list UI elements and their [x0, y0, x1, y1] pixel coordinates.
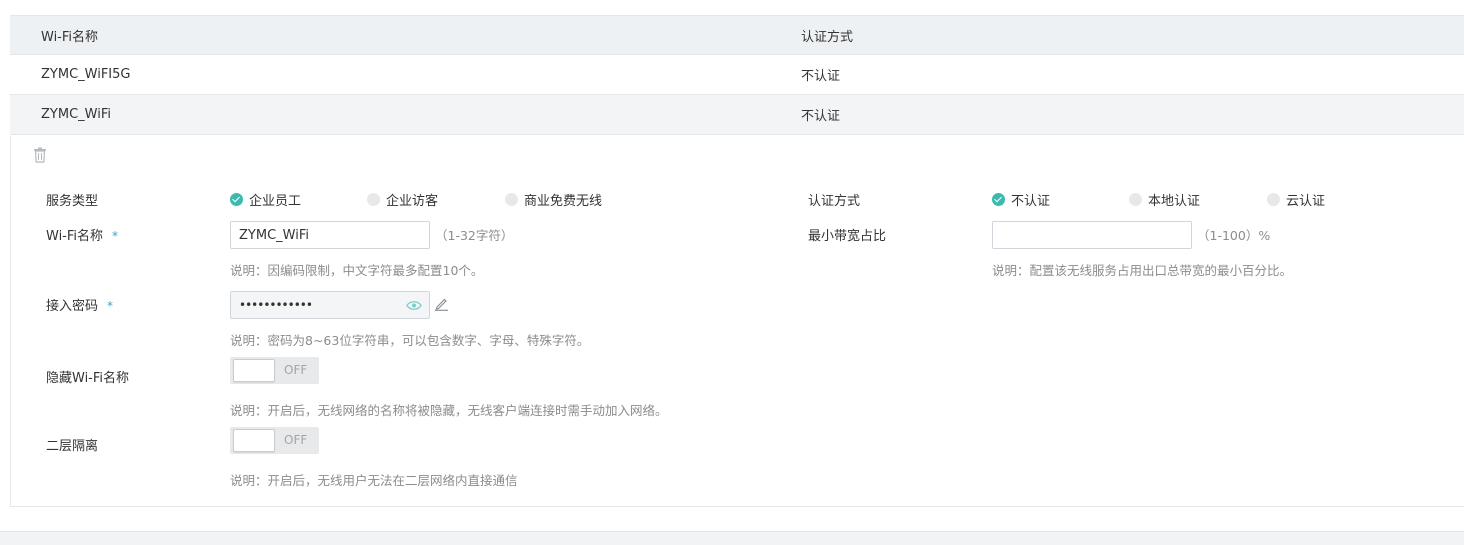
- row-wifi-name: ZYMC_WiFI5G: [41, 67, 131, 82]
- edit-icon[interactable]: [434, 296, 449, 311]
- row-wifi-name: ZYMC_WiFi: [41, 107, 111, 122]
- min-bandwidth-range: （1-100）%: [1197, 228, 1271, 243]
- auth-method-label: 认证方式: [808, 194, 861, 209]
- row-auth-method: 不认证: [801, 69, 841, 84]
- row-auth-method: 不认证: [801, 109, 841, 124]
- radio-unchecked-icon: [1267, 193, 1280, 206]
- hide-ssid-label: 隐藏Wi-Fi名称: [46, 371, 130, 386]
- header-auth-method: 认证方式: [801, 29, 854, 45]
- radio-label: 本地认证: [1148, 194, 1201, 209]
- radio-checked-icon: [230, 193, 243, 206]
- min-bandwidth-hint: 说明：配置该无线服务占用出口总带宽的最小百分比。: [992, 263, 1293, 278]
- toggle-knob: [233, 359, 275, 382]
- service-type-label: 服务类型: [46, 194, 99, 209]
- toggle-state: OFF: [284, 433, 308, 447]
- eye-icon[interactable]: [406, 300, 422, 311]
- isolation-hint: 说明：开启后，无线用户无法在二层网络内直接通信: [230, 473, 518, 488]
- footer-bar: [0, 531, 1464, 545]
- radio-label: 企业访客: [386, 194, 439, 209]
- wifi-detail-panel: 服务类型 企业员工 企业访客 商业免费无线 认证方式 不认证 本地认证 云认证 …: [10, 136, 1464, 507]
- radio-visitor[interactable]: 企业访客: [367, 190, 438, 209]
- radio-label: 商业免费无线: [524, 194, 603, 209]
- ssid-input[interactable]: ZYMC_WiFi: [230, 221, 430, 249]
- password-label: 接入密码 *: [46, 295, 113, 314]
- radio-checked-icon: [992, 193, 1005, 206]
- radio-label: 不认证: [1011, 194, 1051, 209]
- trash-icon[interactable]: [33, 147, 47, 163]
- radio-label: 云认证: [1286, 194, 1326, 209]
- table-row[interactable]: ZYMC_WiFI5G 不认证: [10, 55, 1464, 95]
- min-bandwidth-input[interactable]: [992, 221, 1192, 249]
- isolation-toggle[interactable]: OFF: [230, 427, 319, 454]
- radio-local-auth[interactable]: 本地认证: [1129, 190, 1200, 209]
- header-wifi-name: Wi-Fi名称: [41, 29, 99, 45]
- radio-no-auth[interactable]: 不认证: [992, 190, 1050, 209]
- required-mark: *: [112, 229, 119, 243]
- radio-employee[interactable]: 企业员工: [230, 190, 301, 209]
- password-label-text: 接入密码: [46, 299, 99, 314]
- ssid-label: Wi-Fi名称 *: [46, 225, 118, 244]
- ssid-label-text: Wi-Fi名称: [46, 229, 104, 244]
- ssid-value: ZYMC_WiFi: [239, 227, 309, 243]
- password-hint: 说明：密码为8~63位字符串，可以包含数字、字母、特殊字符。: [230, 333, 590, 348]
- password-input[interactable]: ••••••••••••: [230, 291, 430, 319]
- required-mark: *: [107, 299, 114, 313]
- toggle-state: OFF: [284, 363, 308, 377]
- radio-commercial-free[interactable]: 商业免费无线: [505, 190, 602, 209]
- radio-cloud-auth[interactable]: 云认证: [1267, 190, 1325, 209]
- password-value: ••••••••••••: [239, 298, 313, 312]
- ssid-hint: 说明：因编码限制，中文字符最多配置10个。: [230, 263, 484, 278]
- toggle-knob: [233, 429, 275, 452]
- wifi-table: Wi-Fi名称 认证方式 ZYMC_WiFI5G 不认证 ZYMC_WiFi 不…: [10, 15, 1464, 135]
- table-header: Wi-Fi名称 认证方式: [10, 15, 1464, 55]
- hide-ssid-toggle[interactable]: OFF: [230, 357, 319, 384]
- isolation-label: 二层隔离: [46, 439, 99, 454]
- radio-label: 企业员工: [249, 194, 302, 209]
- ssid-range: （1-32字符）: [435, 228, 514, 243]
- radio-unchecked-icon: [367, 193, 380, 206]
- min-bandwidth-label: 最小带宽占比: [808, 229, 887, 244]
- radio-unchecked-icon: [1129, 193, 1142, 206]
- hide-ssid-hint: 说明：开启后，无线网络的名称将被隐藏，无线客户端连接时需手动加入网络。: [230, 403, 668, 418]
- radio-unchecked-icon: [505, 193, 518, 206]
- table-row-selected[interactable]: ZYMC_WiFi 不认证: [10, 95, 1464, 135]
